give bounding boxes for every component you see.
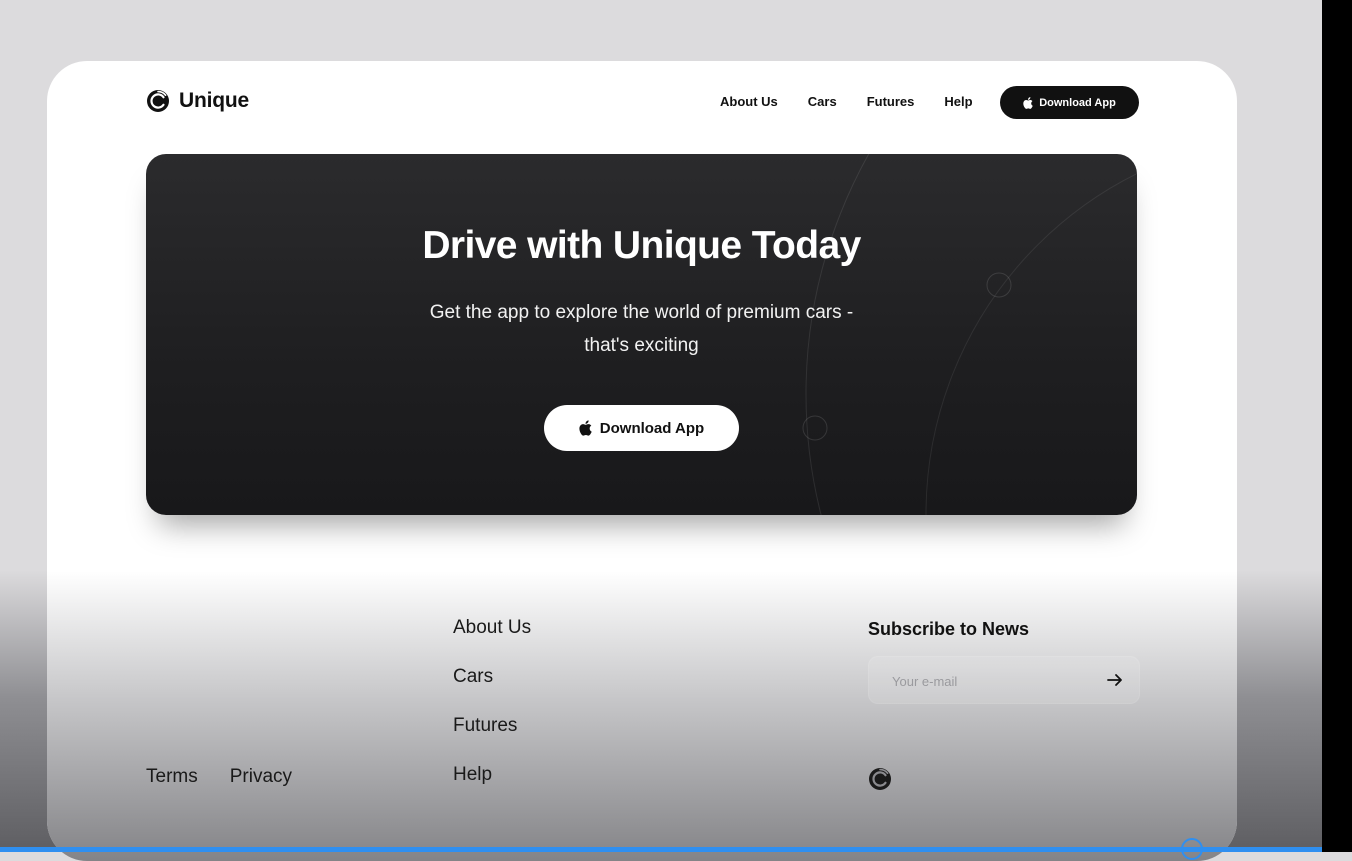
- footer-link-terms[interactable]: Terms: [146, 766, 198, 788]
- email-field[interactable]: [869, 657, 1104, 705]
- brand-name: Unique: [179, 89, 249, 112]
- nav-link-cars[interactable]: Cars: [808, 94, 837, 109]
- hero-banner: Drive with Unique Today Get the app to e…: [146, 154, 1137, 515]
- logo-icon: [147, 90, 169, 112]
- nav-links: About Us Cars Futures Help: [720, 94, 973, 109]
- footer-link-cars[interactable]: Cars: [453, 666, 531, 688]
- subscribe-title: Subscribe to News: [868, 619, 1030, 639]
- nav-link-futures[interactable]: Futures: [867, 94, 915, 109]
- card-fade: [47, 571, 1237, 861]
- footer-links: About Us Cars Futures Help: [453, 617, 531, 786]
- hero-subtitle: Get the app to explore the world of prem…: [429, 302, 854, 356]
- footer-link-futures[interactable]: Futures: [453, 715, 531, 737]
- footer-link-about-us[interactable]: About Us: [453, 617, 531, 639]
- subscribe-form: [868, 656, 1140, 705]
- arrow-right-icon[interactable]: [1106, 671, 1124, 689]
- apple-icon: [579, 420, 592, 436]
- footer-link-help[interactable]: Help: [453, 764, 531, 786]
- nav-download-button[interactable]: Download App: [1000, 86, 1139, 119]
- page-card: Unique About Us Cars Futures Help Downlo…: [47, 61, 1237, 861]
- scroll-handle[interactable]: [1181, 838, 1203, 860]
- top-nav: Unique About Us Cars Futures Help Downlo…: [47, 61, 1237, 145]
- footer-logo-icon: [869, 768, 891, 790]
- footer-link-privacy[interactable]: Privacy: [230, 766, 292, 788]
- window-edge: [1322, 0, 1352, 852]
- apple-icon: [1023, 96, 1033, 109]
- hero-title: Drive with Unique Today: [422, 224, 861, 267]
- brand-logo[interactable]: Unique: [146, 89, 249, 113]
- legal-links: Terms Privacy: [146, 766, 292, 788]
- hero-download-button[interactable]: Download App: [544, 405, 739, 451]
- nav-link-help[interactable]: Help: [944, 94, 972, 109]
- nav-download-label: Download App: [1039, 96, 1116, 109]
- hero-download-label: Download App: [599, 419, 705, 437]
- nav-link-about-us[interactable]: About Us: [720, 94, 778, 109]
- progress-track: [0, 847, 1322, 852]
